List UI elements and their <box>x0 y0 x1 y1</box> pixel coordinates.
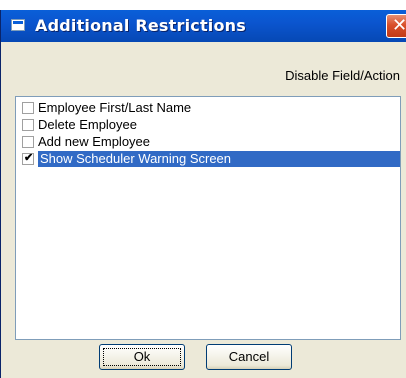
title-bar[interactable]: Additional Restrictions ✕ <box>1 10 406 42</box>
dialog-window: Additional Restrictions ✕ Disable Field/… <box>0 10 406 378</box>
focus-rectangle <box>103 348 181 366</box>
checkbox[interactable]: ✔ <box>22 152 34 165</box>
cancel-button[interactable]: Cancel <box>206 344 292 370</box>
list-item[interactable]: Employee First/Last Name <box>18 100 400 116</box>
list-item[interactable]: Add new Employee <box>18 134 400 150</box>
column-header-label: Disable Field/Action <box>285 68 400 83</box>
window-icon <box>11 19 25 31</box>
ok-button[interactable]: Ok <box>99 344 185 370</box>
checkbox[interactable] <box>22 102 34 114</box>
list-item-label: Add new Employee <box>38 134 151 149</box>
checkbox[interactable] <box>22 136 34 148</box>
close-button[interactable]: ✕ <box>386 14 406 38</box>
list-item[interactable]: ✔ Show Scheduler Warning Screen <box>18 151 400 167</box>
close-icon: ✕ <box>392 15 406 36</box>
cancel-button-label: Cancel <box>228 349 270 364</box>
checkbox[interactable] <box>22 119 34 131</box>
list-item[interactable]: Delete Employee <box>18 117 400 133</box>
list-item-label: Show Scheduler Warning Screen <box>38 151 400 167</box>
list-item-label: Delete Employee <box>38 117 137 132</box>
list-item-label: Employee First/Last Name <box>38 100 192 115</box>
window-title: Additional Restrictions <box>35 16 246 35</box>
checkmark-icon: ✔ <box>24 152 34 164</box>
restrictions-listbox[interactable]: Employee First/Last Name Delete Employee… <box>15 96 401 340</box>
